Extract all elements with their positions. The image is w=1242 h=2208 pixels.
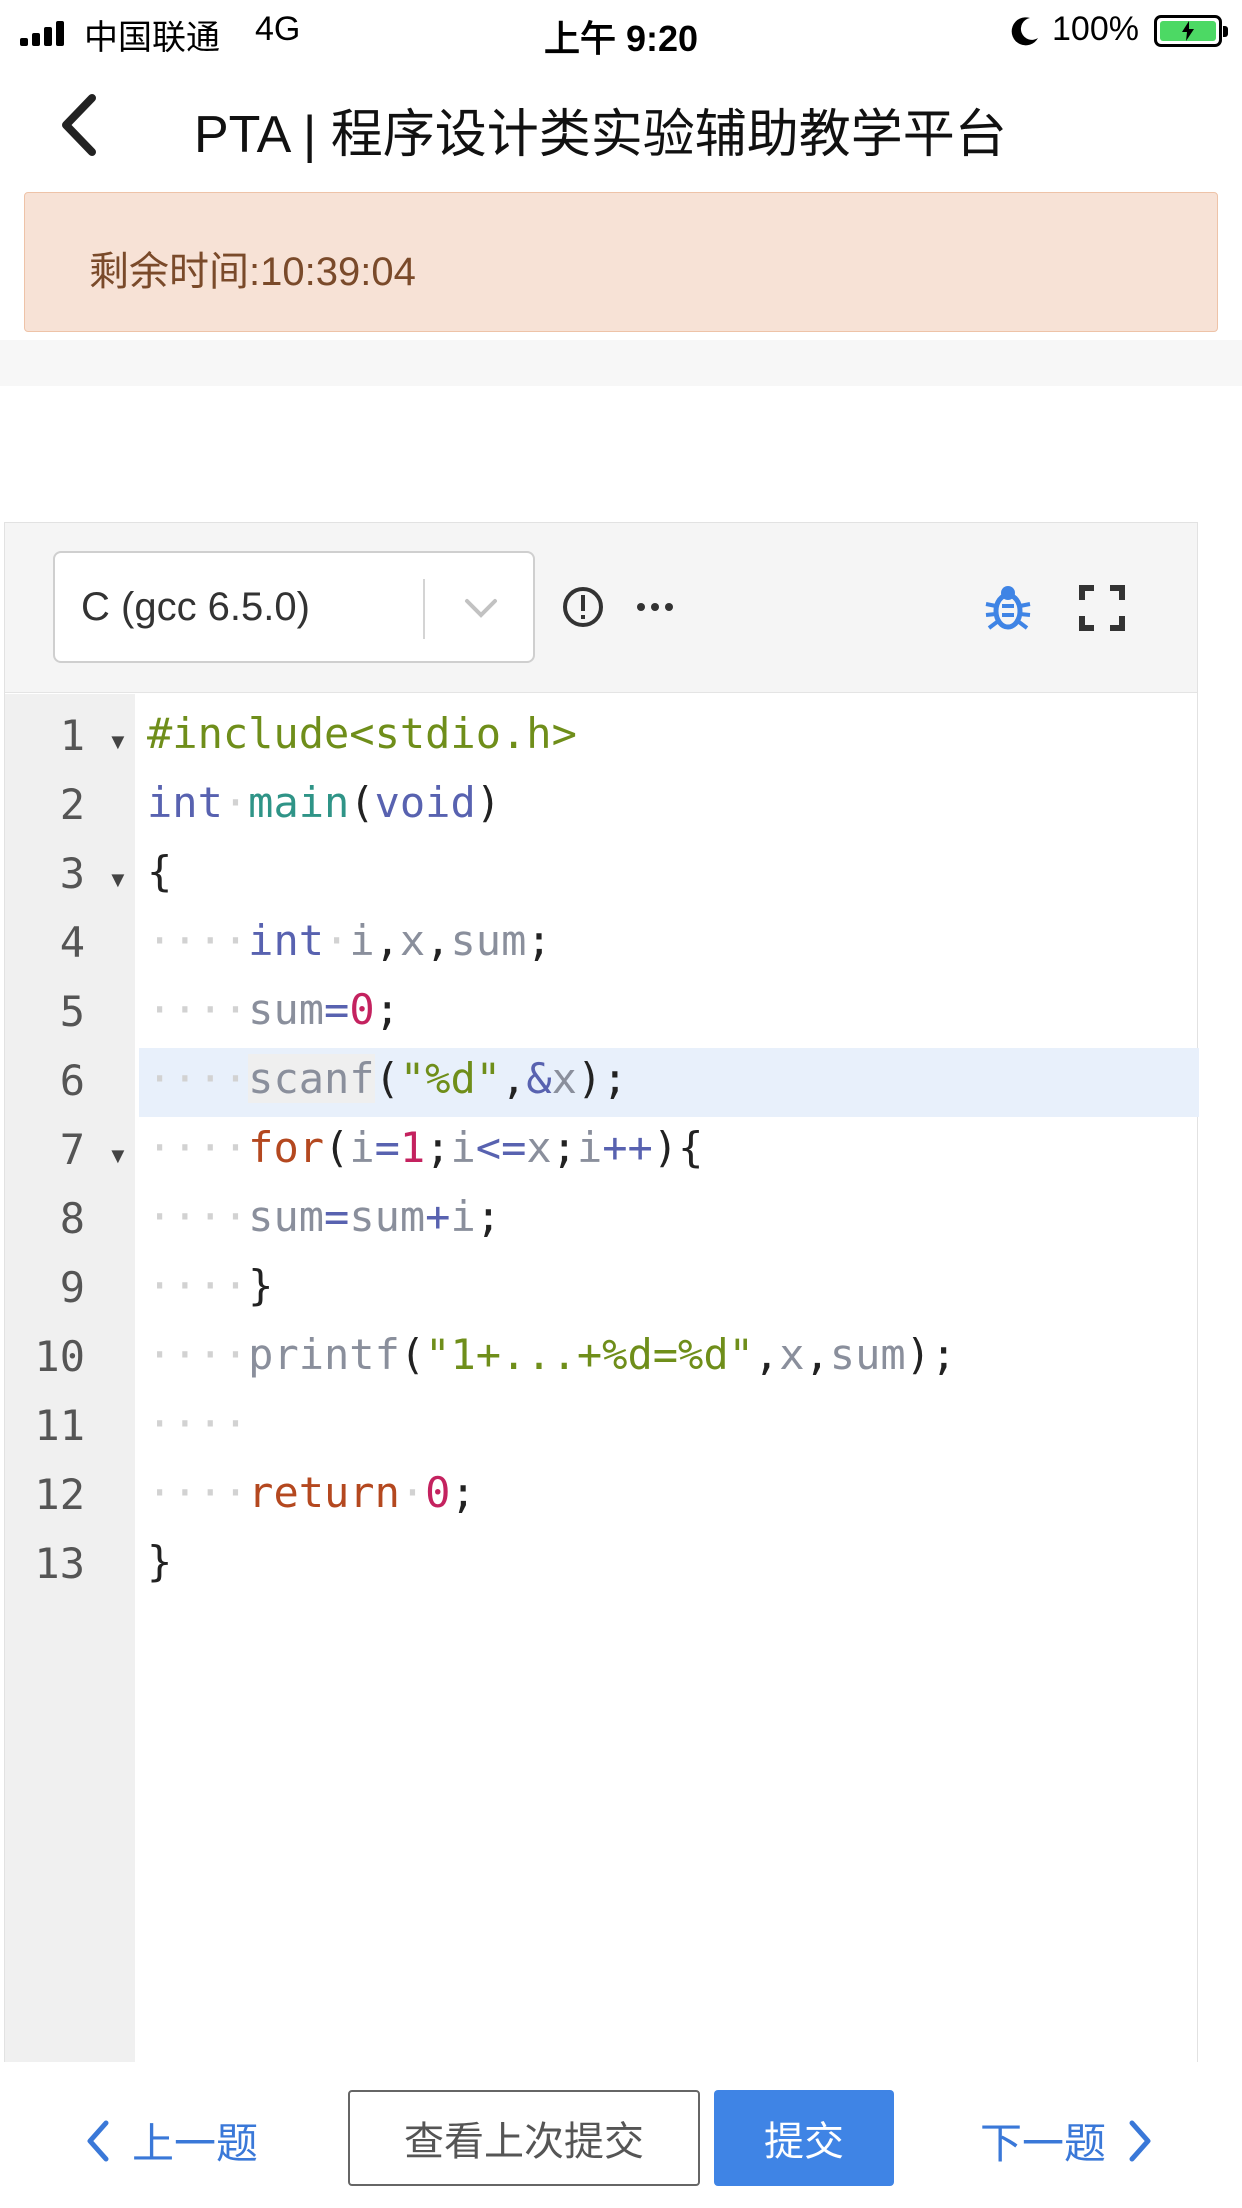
language-value: C (gcc 6.5.0) [81, 585, 310, 629]
line-number: 4 [59, 918, 85, 967]
code-line: 13 } [5, 1531, 1242, 1600]
code-text: ····for(i=1;i<=x;i++){ [147, 1123, 704, 1172]
line-number: 11 [34, 1401, 85, 1450]
code-line: 4 ····int·i,x,sum; [5, 910, 1242, 979]
chevron-down-icon [465, 599, 497, 618]
more-icon [637, 603, 673, 611]
line-number: 3 [59, 849, 85, 898]
next-question-label: 下一题 [980, 2120, 1107, 2167]
submit-button[interactable]: 提交 [714, 2090, 894, 2186]
nav-bar: PTA | 程序设计类实验辅助教学平台 [0, 64, 1242, 186]
prev-question-label: 上一题 [132, 2120, 259, 2167]
more-button[interactable] [631, 583, 679, 631]
editor-toolbar: C (gcc 6.5.0) [5, 523, 1197, 693]
line-number: 8 [59, 1194, 85, 1243]
code-line: 2 int·main(void) [5, 772, 1242, 841]
debug-button[interactable] [981, 581, 1035, 635]
fold-toggle[interactable]: ▼ [107, 867, 129, 893]
line-number: 12 [34, 1470, 85, 1519]
code-text: } [147, 1537, 173, 1586]
info-icon [563, 587, 603, 627]
fold-toggle[interactable]: ▼ [107, 1143, 129, 1169]
line-number: 2 [59, 780, 85, 829]
line-number: 6 [59, 1056, 85, 1105]
code-text: ····int·i,x,sum; [147, 916, 552, 965]
section-divider [0, 340, 1242, 386]
next-question-button[interactable]: 下一题 [980, 2110, 1152, 2171]
code-text: #include<stdio.h> [147, 709, 577, 758]
info-button[interactable] [559, 583, 607, 631]
language-select[interactable]: C (gcc 6.5.0) [53, 551, 535, 663]
remaining-time-text: 剩余时间:10:39:04 [89, 250, 416, 294]
chevron-left-icon [87, 2120, 109, 2161]
line-number: 5 [59, 987, 85, 1036]
code-line: 7 ▼ ····for(i=1;i<=x;i++){ [5, 1117, 1242, 1186]
code-line: 9 ····} [5, 1255, 1242, 1324]
chevron-right-icon [1129, 2120, 1151, 2161]
code-text: ···· [147, 1399, 249, 1448]
code-text: ····printf("1+...+%d=%d",x,sum); [147, 1330, 957, 1379]
fold-toggle[interactable]: ▼ [107, 729, 129, 755]
bottom-action-bar: 上一题 查看上次提交 提交 下一题 [0, 2062, 1242, 2208]
code-line: 11 ···· [5, 1393, 1242, 1462]
back-button[interactable] [48, 90, 108, 160]
status-bar: 中国联通 4G 上午 9:20 100% [0, 0, 1242, 64]
code-text: int·main(void) [147, 778, 502, 827]
line-number: 10 [34, 1332, 85, 1381]
code-text: ····sum=sum+i; [147, 1192, 502, 1241]
view-last-submission-button[interactable]: 查看上次提交 [348, 2090, 700, 2186]
line-number: 7 [59, 1125, 85, 1174]
select-divider [423, 579, 425, 639]
page-title: PTA | 程序设计类实验辅助教学平台 [194, 106, 1007, 164]
prev-question-button[interactable]: 上一题 [86, 2110, 258, 2171]
remaining-time-banner: 剩余时间:10:39:04 [24, 192, 1218, 332]
line-number: 1 [59, 711, 85, 760]
code-line-active: 6 ····scanf("%d",&x); [5, 1048, 1242, 1117]
line-number: 13 [34, 1539, 85, 1588]
chevron-left-icon [62, 94, 96, 156]
code-line: 10 ····printf("1+...+%d=%d",x,sum); [5, 1324, 1242, 1393]
code-line: 5 ····sum=0; [5, 979, 1242, 1048]
battery-icon [1154, 15, 1228, 47]
code-line: 3 ▼ { [5, 841, 1242, 910]
fullscreen-button[interactable] [1077, 583, 1127, 633]
code-editor: C (gcc 6.5.0) 1 ▼ #include<stdio.h> 2 in… [4, 522, 1199, 2062]
fullscreen-icon [1079, 585, 1125, 631]
line-number: 9 [59, 1263, 85, 1312]
code-text: ····scanf("%d",&x); [147, 1054, 628, 1103]
code-text: ····} [147, 1261, 274, 1310]
code-line: 12 ····return·0; [5, 1462, 1242, 1531]
code-text: ····return·0; [147, 1468, 476, 1517]
moon-icon [1011, 17, 1038, 46]
code-line: 1 ▼ #include<stdio.h> [5, 703, 1242, 772]
code-text: { [147, 847, 173, 896]
code-line: 8 ····sum=sum+i; [5, 1186, 1242, 1255]
bug-icon [985, 586, 1031, 630]
battery-percent: 100% [1052, 10, 1139, 48]
code-text: ····sum=0; [147, 985, 400, 1034]
